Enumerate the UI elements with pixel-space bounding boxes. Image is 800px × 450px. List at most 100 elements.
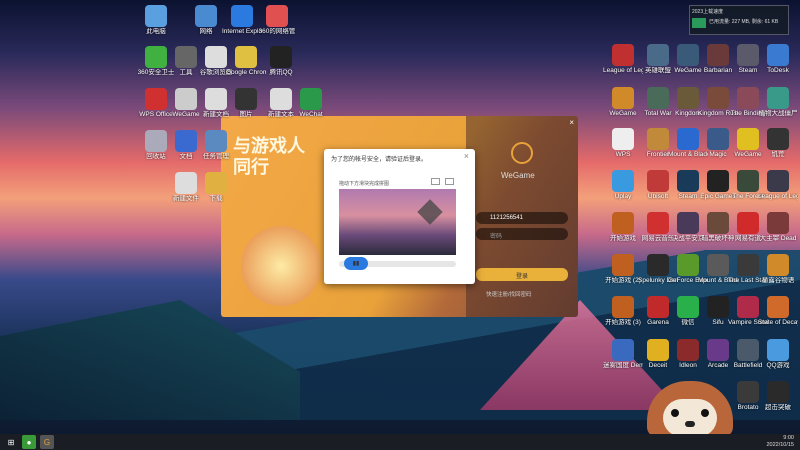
bitcoin-icon [767,254,789,276]
password-input[interactable]: 密码 [476,228,568,240]
desktop-icon[interactable]: 任务管理 [196,130,236,161]
system-clock[interactable]: 9:00 2022/10/15 [766,435,794,449]
desktop-icon-label: 此电脑 [146,28,166,35]
desktop-icon[interactable]: 超击突破 [758,381,798,412]
netmon-chart-icon [692,18,706,28]
desktop-icon[interactable]: 植物大战僵尸 [758,87,798,118]
desktop-icon[interactable]: 迷雾国度 Demo [603,339,643,370]
game-icon [707,339,729,361]
account-input[interactable]: 1121256541 [476,212,568,224]
captcha-image [339,189,456,255]
desktop-icon[interactable]: 饥荒 [758,128,798,159]
desktop-icon-label: 植物大战僵尸 [758,110,798,117]
game-icon [737,339,759,361]
desktop-icon-label: 超击突破 [765,404,791,411]
chrome-icon [235,46,257,68]
desktop-icon[interactable]: 360的网络管 [257,5,297,36]
doc-icon [175,88,197,110]
desktop-icon-label: 迷雾国度 Demo [603,362,643,369]
register-link[interactable]: 快速注册/找回密码 [486,290,532,298]
doc-icon [175,172,197,194]
wegame-icon [612,87,634,109]
word-icon [175,130,197,152]
captcha-instruction: 拖动下方滑块完成拼图 [339,181,390,187]
captcha-close-icon[interactable]: × [464,151,469,161]
desktop-icon[interactable]: Internet Explorer [222,5,262,36]
desktop-icon[interactable]: 开始游戏 (3) [603,296,643,327]
puzzle-piece [417,199,443,225]
excel-icon [300,88,322,110]
desktop-icon[interactable]: 网络 [186,5,226,36]
lol-icon [612,44,634,66]
wechat-icon [677,296,699,318]
game-icon [647,339,669,361]
slider-handle[interactable]: ▮▮ [344,257,368,270]
network-icon [195,5,217,27]
game-icon [647,254,669,276]
game-icon [737,296,759,318]
desktop-icon-label: WPS [615,151,631,158]
desktop-icon[interactable]: 图片 [226,88,266,119]
desktop-icon-label: 网络 [199,28,213,35]
desktop-icon[interactable]: 星露谷物语 [758,254,798,285]
login-button[interactable]: 登录 [476,268,568,281]
desktop-icon-label: Uplay [614,193,632,200]
desktop-icon[interactable]: 开始游戏 [603,212,643,243]
game-icon [677,128,699,150]
banner-character [241,226,321,306]
game-icon [612,212,634,234]
desktop-icon[interactable]: League of Legends [758,170,798,201]
desktop-icon-label: WeChat [299,111,323,118]
game-icon [647,87,669,109]
game-icon [737,254,759,276]
file-icon [205,46,227,68]
desktop-icon[interactable]: State of Decay 2 [758,296,798,327]
wegame-taskbar-icon[interactable]: G [40,435,54,449]
ie-icon [231,5,253,27]
desktop-icon-label: 星露谷物语 [761,277,795,284]
game-icon [707,128,729,150]
desktop-icon[interactable]: 大主宰 Dead [758,212,798,243]
game-icon [767,44,789,66]
feedback-icon[interactable] [445,178,454,185]
taskbar-app-icon[interactable]: ● [22,435,36,449]
desktop-icon-label: 任务管理 [203,153,229,160]
desktop-icon[interactable]: WeChat [291,88,331,119]
game-icon [612,339,634,361]
steam-icon [677,170,699,192]
refresh-icon[interactable] [431,178,440,185]
desktop-icon-label: 开始游戏 (2) [605,277,641,284]
desktop-icon[interactable]: QQ游戏 [758,339,798,370]
start-icon[interactable]: ⊞ [4,435,18,449]
music-icon [647,212,669,234]
desktop-icon[interactable]: Uplay [603,170,643,201]
game-icon [707,212,729,234]
doc-icon [270,88,292,110]
desktop-icon[interactable]: League of Legends [603,44,643,75]
desktop-icon-label: State of Decay 2 [758,319,798,326]
epic-icon [707,170,729,192]
desktop-icon[interactable]: 开始游戏 (2) [603,254,643,285]
wps-icon [145,88,167,110]
desktop-icon-label: QQ游戏 [766,362,790,369]
desktop-icon-label: 下载 [209,195,223,202]
clock-time: 9:00 [783,435,794,441]
game-icon [707,44,729,66]
desktop-icon-label: League of Legends [603,67,643,74]
game-icon [677,339,699,361]
game-icon [767,339,789,361]
desktop-icon[interactable]: WeGame [603,87,643,118]
desktop-icon[interactable]: 腾讯QQ [261,46,301,77]
qq-icon [270,46,292,68]
desktop-icon[interactable]: 此电脑 [136,5,176,36]
brand-name: WeGame [501,171,535,180]
desktop-icon[interactable]: 下载 [196,172,236,203]
game-icon [612,296,634,318]
login-close-icon[interactable]: × [569,118,574,127]
desktop-icon[interactable]: Google Chrome [226,46,266,77]
desktop-icon[interactable]: WPS [603,128,643,159]
game-icon [707,254,729,276]
desktop-icon[interactable]: ToDesk [758,44,798,75]
game-icon [647,44,669,66]
game-icon [767,128,789,150]
